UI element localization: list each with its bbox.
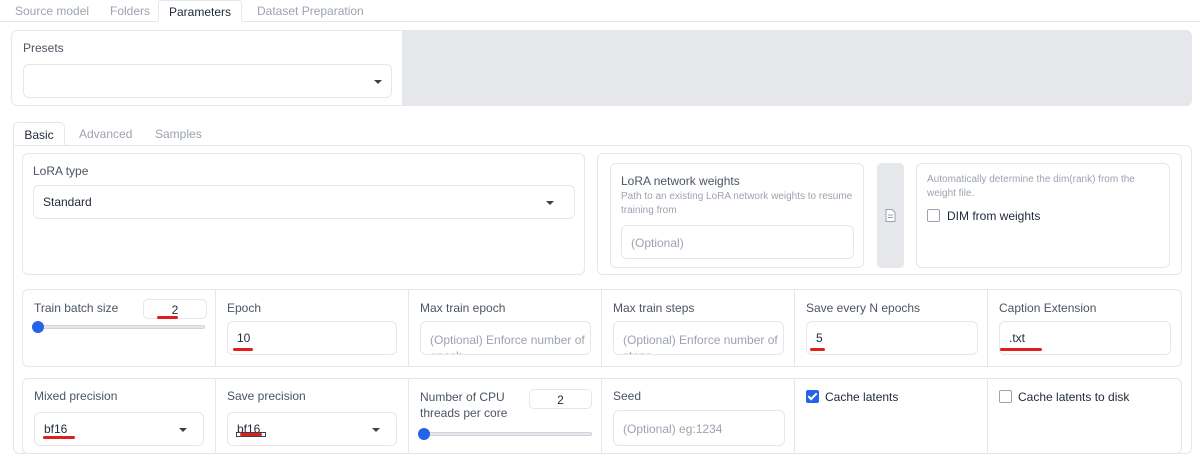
lora-weights-input[interactable]: (Optional) — [621, 225, 854, 259]
seed-input[interactable]: (Optional) eg:1234 — [613, 410, 785, 446]
caption-extension-value: .txt — [1009, 331, 1026, 345]
cpu-threads-slider[interactable] — [423, 432, 592, 436]
save-every-n-epochs-input[interactable]: 5 — [806, 321, 978, 355]
presets-panel: Presets — [11, 30, 1192, 106]
lora-weights-group: LoRA network weights Path to an existing… — [597, 153, 1182, 275]
seed-label: Seed — [613, 389, 642, 403]
cpu-threads-label: Number of CPU threads per core — [420, 390, 508, 420]
presets-gray-area — [402, 31, 1192, 106]
train-batch-size-label: Train batch size — [34, 301, 119, 315]
annotation-underline — [810, 348, 825, 351]
max-train-epoch-placeholder: (Optional) Enforce number of epoch — [430, 333, 585, 354]
training-params-row: Train batch size 2 Epoch 10 Max train ep… — [22, 289, 1182, 367]
lora-weights-panel: LoRA network weights Path to an existing… — [610, 163, 864, 268]
save-precision-cell: Save precision bf16 — [216, 379, 409, 453]
cache-latents-checkbox[interactable] — [806, 390, 819, 403]
tab-folders[interactable]: Folders — [110, 0, 150, 22]
lora-type-panel: LoRA type Standard — [22, 153, 585, 275]
max-train-epoch-cell: Max train epoch (Optional) Enforce numbe… — [409, 290, 602, 366]
tab-source-model[interactable]: Source model — [15, 0, 89, 22]
max-train-epoch-label: Max train epoch — [420, 301, 506, 315]
epoch-label: Epoch — [227, 301, 262, 315]
annotation-underline — [157, 316, 178, 319]
seed-cell: Seed (Optional) eg:1234 — [602, 379, 795, 453]
presets-dropdown[interactable] — [23, 64, 392, 98]
epoch-cell: Epoch 10 — [216, 290, 409, 366]
annotation-underline — [240, 433, 262, 436]
save-precision-dropdown[interactable]: bf16 — [227, 412, 397, 446]
file-browse-button[interactable] — [877, 163, 904, 268]
tab-advanced[interactable]: Advanced — [79, 122, 132, 146]
mixed-precision-value: bf16 — [44, 422, 68, 436]
dim-from-weights-label: DIM from weights — [947, 209, 1041, 223]
lora-weights-title: LoRA network weights — [621, 174, 740, 188]
cache-latents-disk-cell: Cache latents to disk — [988, 379, 1182, 453]
lora-weights-placeholder: (Optional) — [631, 236, 684, 250]
max-train-steps-input[interactable]: (Optional) Enforce number of steps — [613, 321, 784, 355]
train-batch-size-slider-thumb[interactable] — [32, 321, 44, 333]
tab-dataset-preparation[interactable]: Dataset Preparation — [257, 0, 364, 22]
check-icon — [807, 390, 818, 401]
caption-extension-label: Caption Extension — [999, 301, 1097, 315]
dim-panel: Automatically determine the dim(rank) fr… — [916, 163, 1170, 268]
save-every-n-epochs-value: 5 — [816, 331, 823, 345]
caption-extension-cell: Caption Extension .txt — [988, 290, 1182, 366]
file-icon — [885, 209, 896, 222]
presets-label: Presets — [23, 41, 64, 55]
epoch-value: 10 — [237, 331, 251, 345]
cache-latents-disk-checkbox[interactable] — [999, 390, 1012, 403]
chevron-down-icon — [179, 428, 187, 432]
save-every-n-epochs-label: Save every N epochs — [806, 301, 921, 315]
dim-desc: Automatically determine the dim(rank) fr… — [927, 174, 1135, 199]
cache-latents-cell: Cache latents — [795, 379, 988, 453]
mixed-precision-cell: Mixed precision bf16 — [23, 379, 216, 453]
max-train-steps-cell: Max train steps (Optional) Enforce numbe… — [602, 290, 795, 366]
mixed-precision-label: Mixed precision — [34, 389, 118, 403]
top-tab-bar: Source model Folders Parameters Dataset … — [0, 0, 1200, 22]
max-train-epoch-input[interactable]: (Optional) Enforce number of epoch — [420, 321, 591, 355]
annotation-underline — [233, 348, 253, 351]
mixed-precision-dropdown[interactable]: bf16 — [34, 412, 204, 446]
train-batch-size-slider[interactable] — [37, 325, 205, 329]
tab-parameters[interactable]: Parameters — [158, 0, 242, 22]
tab-basic[interactable]: Basic — [13, 122, 65, 146]
chevron-down-icon — [372, 428, 380, 432]
cache-latents-label: Cache latents — [825, 390, 899, 404]
lora-type-dropdown[interactable]: Standard — [33, 185, 575, 219]
train-batch-size-cell: Train batch size 2 — [23, 290, 216, 366]
save-precision-label: Save precision — [227, 389, 306, 403]
chevron-down-icon — [546, 201, 554, 205]
tab-samples[interactable]: Samples — [155, 122, 202, 146]
max-train-steps-label: Max train steps — [613, 301, 695, 315]
annotation-underline — [43, 436, 75, 439]
seed-placeholder: (Optional) eg:1234 — [623, 422, 723, 436]
save-every-n-epochs-cell: Save every N epochs 5 — [795, 290, 988, 366]
lora-weights-desc: Path to an existing LoRA network weights… — [621, 191, 853, 216]
chevron-down-icon — [374, 80, 382, 84]
cpu-threads-slider-thumb[interactable] — [418, 428, 430, 440]
cpu-threads-input[interactable]: 2 — [529, 389, 592, 409]
cpu-threads-cell: Number of CPU threads per core 2 — [409, 379, 602, 453]
max-train-steps-placeholder: (Optional) Enforce number of steps — [623, 333, 778, 354]
annotation-underline — [1000, 348, 1042, 351]
lora-type-label: LoRA type — [33, 164, 89, 178]
cache-latents-disk-label: Cache latents to disk — [1018, 390, 1130, 404]
dim-from-weights-checkbox[interactable] — [927, 209, 940, 222]
precision-row: Mixed precision bf16 Save precision bf16… — [22, 378, 1182, 454]
lora-type-value: Standard — [43, 195, 92, 209]
